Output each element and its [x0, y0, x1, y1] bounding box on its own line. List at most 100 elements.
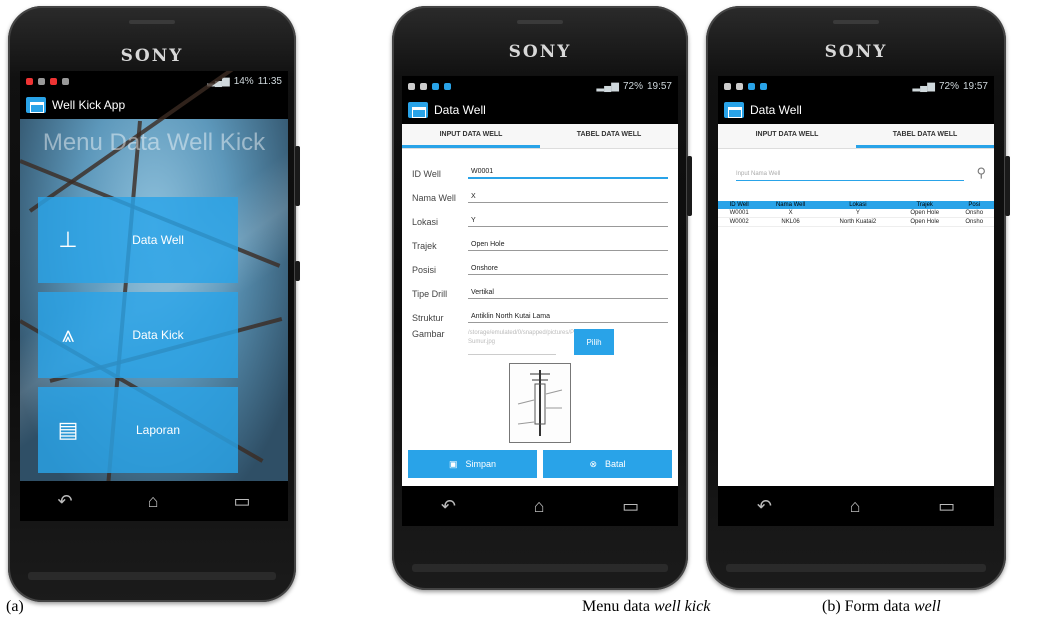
- table-cell: Onsho: [954, 209, 994, 218]
- status-bar: ▂▄▆ 14% 11:35: [20, 71, 288, 91]
- back-icon[interactable]: ↶: [58, 491, 73, 512]
- screen-a: ▂▄▆ 14% 11:35 Well Kick App Menu Data We…: [20, 71, 288, 521]
- back-icon[interactable]: ↶: [757, 496, 772, 517]
- notification-icon: [50, 77, 57, 85]
- nav-bar: ↶ ⌂ ▭: [20, 481, 288, 521]
- recents-icon[interactable]: ▭: [622, 496, 639, 517]
- well-table: ID Well Nama Well Lokasi Trajek Posi W00…: [718, 201, 994, 227]
- simpan-button[interactable]: ▣ Simpan: [408, 450, 537, 478]
- action-bar: Data Well: [402, 96, 678, 124]
- notification-icon: [62, 77, 69, 85]
- tipe-drill-input[interactable]: Vertikal: [468, 289, 668, 299]
- notification-icon: [736, 82, 743, 90]
- app-icon[interactable]: [408, 102, 428, 118]
- app-icon[interactable]: [724, 102, 744, 118]
- search-input[interactable]: Input Nama Well: [736, 171, 964, 181]
- table-cell: X: [760, 209, 821, 218]
- table-cell: W0002: [718, 217, 761, 227]
- earpiece: [833, 20, 879, 24]
- laporan-tile[interactable]: ▤ Laporan: [38, 387, 238, 473]
- status-bar: ▂▄▆ 72% 19:57: [718, 76, 994, 96]
- action-bar: Data Well: [718, 96, 994, 124]
- signal-icon: ▂▄▆: [596, 80, 619, 92]
- caption-menu: Menu data well kick: [582, 598, 711, 615]
- derrick-icon: ⩓: [61, 322, 75, 347]
- recents-icon[interactable]: ▭: [938, 496, 955, 517]
- well-profile-image: [509, 363, 571, 443]
- search-bar: Input Nama Well ⚲: [736, 159, 986, 181]
- notification-icon: [26, 77, 33, 85]
- form-row: Tipe Drill Vertikal: [412, 275, 668, 299]
- documents-icon: ▤: [57, 417, 79, 442]
- screen-c: ▂▄▆ 72% 19:57 Data Well INPUT DATA WELL …: [718, 76, 994, 526]
- gambar-row: Gambar /storage/emulated/0/snapped/pictu…: [412, 329, 668, 355]
- battery-level: 72%: [938, 80, 959, 92]
- home-icon[interactable]: ⌂: [148, 491, 159, 512]
- posisi-input[interactable]: Onshore: [468, 265, 668, 275]
- column-header[interactable]: Posi: [954, 201, 994, 209]
- form-row: Posisi Onshore: [412, 251, 668, 275]
- tab-bar: INPUT DATA WELL TABEL DATA WELL: [718, 124, 994, 149]
- field-label: Tipe Drill: [412, 289, 448, 299]
- column-header[interactable]: Lokasi: [820, 201, 895, 209]
- data-well-tile[interactable]: ⊥ Data Well: [38, 197, 238, 283]
- notification-icon: [748, 82, 755, 90]
- tab-input-data-well[interactable]: INPUT DATA WELL: [718, 124, 856, 148]
- form-row: Struktur Antiklin North Kutai Lama: [412, 299, 668, 323]
- phone-brand: SONY: [508, 42, 572, 62]
- table-cell: Y: [820, 209, 895, 218]
- recents-icon[interactable]: ▭: [233, 491, 250, 512]
- tab-input-data-well[interactable]: INPUT DATA WELL: [402, 124, 540, 148]
- battery-level: 72%: [622, 80, 643, 92]
- notification-icon: [408, 82, 415, 90]
- app-title: Data Well: [434, 103, 486, 117]
- back-icon[interactable]: ↶: [441, 496, 456, 517]
- home-icon[interactable]: ⌂: [534, 496, 545, 517]
- tower-background-image: Menu Data Well Kick ⊥ Data Well ⩓ Data K…: [20, 71, 288, 521]
- pilih-button[interactable]: Pilih: [574, 329, 614, 355]
- caption-a: (a): [6, 598, 24, 615]
- search-icon[interactable]: ⚲: [964, 165, 986, 181]
- column-header[interactable]: Trajek: [894, 201, 955, 209]
- table-cell: Onsho: [954, 217, 994, 227]
- nav-bar: ↶ ⌂ ▭: [402, 486, 678, 526]
- status-time: 19:57: [646, 80, 672, 92]
- phone-frame-b: SONY ▂▄▆ 72% 19:57 Data Well INPUT DATA …: [392, 6, 692, 590]
- notification-icon: [38, 77, 45, 85]
- tab-tabel-data-well[interactable]: TABEL DATA WELL: [856, 124, 994, 148]
- well-diagram-icon: [517, 370, 563, 436]
- table-row[interactable]: W0002 NKL06 North Kuatai2 Open Hole Onsh…: [718, 217, 994, 227]
- field-label: Trajek: [412, 241, 437, 251]
- home-icon[interactable]: ⌂: [850, 496, 861, 517]
- tile-label: Data Well: [132, 233, 184, 247]
- struktur-input[interactable]: Antiklin North Kutai Lama: [468, 313, 668, 323]
- column-header[interactable]: Nama Well: [760, 201, 821, 209]
- form-row: Nama Well X: [412, 179, 668, 203]
- notification-icon: [444, 82, 451, 90]
- notification-icon: [420, 82, 427, 90]
- trajek-input[interactable]: Open Hole: [468, 241, 668, 251]
- nav-bar: ↶ ⌂ ▭: [718, 486, 994, 526]
- lokasi-input[interactable]: Y: [468, 217, 668, 227]
- column-header[interactable]: ID Well: [718, 201, 761, 209]
- form-row: ID Well W0001: [412, 155, 668, 179]
- id-well-input[interactable]: W0001: [468, 168, 668, 179]
- tile-label: Data Kick: [132, 328, 184, 342]
- table-row[interactable]: W0001 X Y Open Hole Onsho: [718, 209, 994, 218]
- phone-frame-c: SONY ▂▄▆ 72% 19:57 Data Well INPUT DATA …: [706, 6, 1010, 590]
- batal-button[interactable]: ⊗ Batal: [543, 450, 672, 478]
- nama-well-input[interactable]: X: [468, 193, 668, 203]
- app-title: Data Well: [750, 103, 802, 117]
- status-time: 11:35: [257, 75, 282, 87]
- earpiece: [517, 20, 563, 24]
- tab-bar: INPUT DATA WELL TABEL DATA WELL: [402, 124, 678, 149]
- data-kick-tile[interactable]: ⩓ Data Kick: [38, 292, 238, 378]
- form-actions: ▣ Simpan ⊗ Batal: [408, 450, 672, 478]
- tab-tabel-data-well[interactable]: TABEL DATA WELL: [540, 124, 678, 148]
- well-form: ID Well W0001 Nama Well X Lokasi Y Traje…: [402, 149, 678, 449]
- field-label: Struktur: [412, 313, 444, 323]
- side-button: [687, 156, 692, 216]
- form-row: Lokasi Y: [412, 203, 668, 227]
- phone-frame-a: SONY ▂▄▆ 14% 11:35 Well Kick App Menu Da…: [8, 6, 300, 602]
- app-icon[interactable]: [26, 97, 46, 113]
